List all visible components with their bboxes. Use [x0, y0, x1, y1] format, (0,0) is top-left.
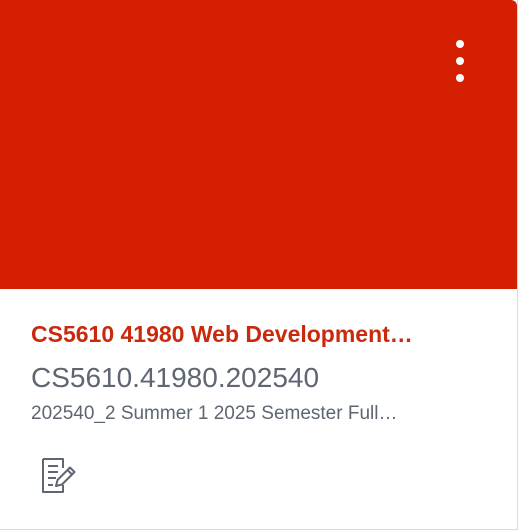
- kebab-vertical-icon: [456, 40, 464, 48]
- assignments-button[interactable]: [39, 456, 79, 496]
- course-card-content: CS5610 41980 Web Development… CS5610.419…: [31, 289, 491, 427]
- course-options-button[interactable]: [448, 33, 472, 89]
- kebab-vertical-icon: [456, 74, 464, 82]
- assignments-icon: [42, 458, 76, 493]
- course-code: CS5610.41980.202540: [31, 362, 320, 393]
- course-card-hero[interactable]: [0, 0, 517, 289]
- course-term: 202540_2 Summer 1 2025 Semester Full…: [31, 403, 398, 424]
- kebab-vertical-icon: [456, 57, 464, 65]
- course-title-link[interactable]: CS5610 41980 Web Development…: [31, 319, 491, 349]
- course-card[interactable]: CS5610 41980 Web Development… CS5610.419…: [0, 0, 518, 530]
